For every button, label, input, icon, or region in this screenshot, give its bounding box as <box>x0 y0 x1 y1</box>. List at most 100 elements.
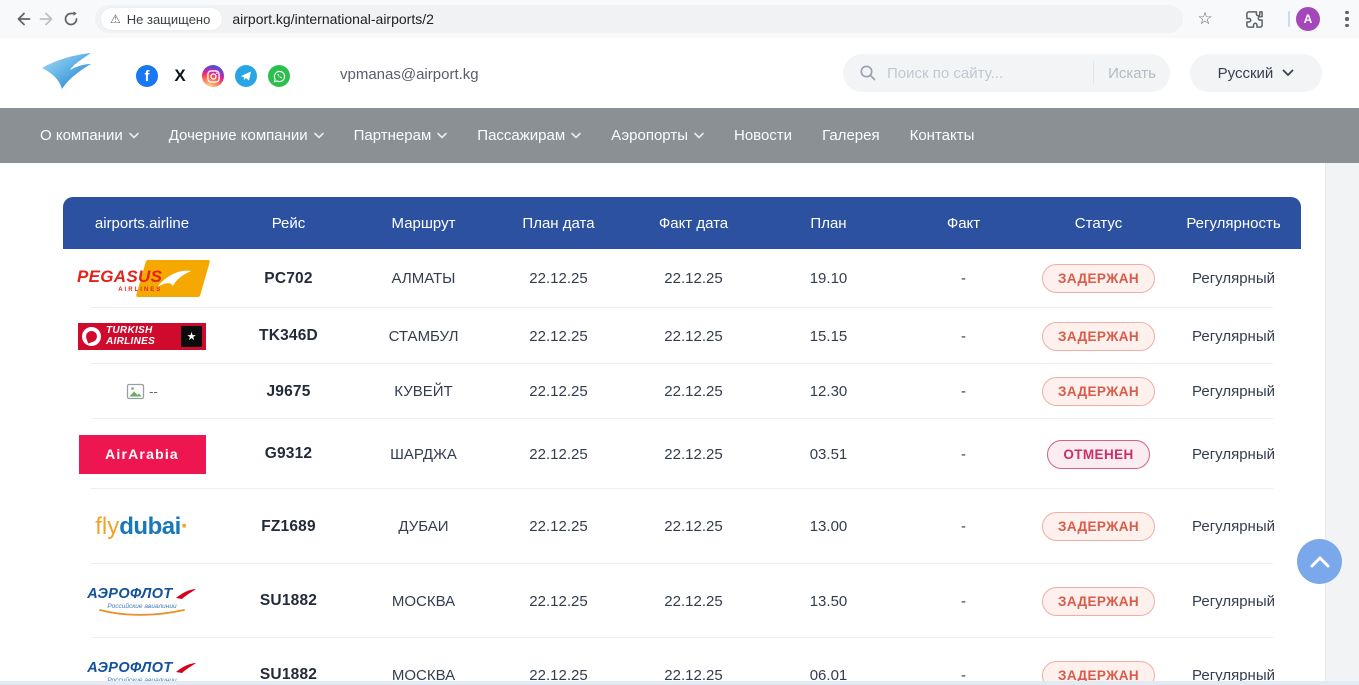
cell-status: ЗАДЕРЖАН <box>1042 270 1155 287</box>
cell-airline: АЭРОФЛОТРоссийские авиалинии <box>87 586 196 616</box>
column-header-regularity: Регулярность <box>1186 215 1280 232</box>
nav-item-label: Аэропорты <box>611 127 688 144</box>
facebook-icon[interactable]: f <box>136 65 158 87</box>
star-alliance-icon: ★ <box>181 326 202 347</box>
cell-plan-time: 15.15 <box>810 328 848 345</box>
cell-fact-date: 22.12.25 <box>664 446 722 463</box>
pegasus-wordmark: PEGASUSAIRLINES <box>77 268 162 293</box>
chevron-down-icon <box>571 132 581 139</box>
cell-airline: flydubai· <box>95 515 189 539</box>
cell-flight: J9675 <box>266 383 310 401</box>
contact-email[interactable]: vpmanas@airport.kg <box>340 66 479 83</box>
extensions-icon[interactable] <box>1243 8 1265 30</box>
footer-edge <box>0 681 1359 685</box>
profile-avatar[interactable]: A <box>1296 7 1320 31</box>
cell-route: АЛМАТЫ <box>392 270 456 287</box>
cell-regularity: Регулярный <box>1192 383 1275 400</box>
airline-logo-pegasus: PEGASUSAIRLINES <box>77 259 207 299</box>
language-selector[interactable]: Русский <box>1190 54 1322 92</box>
aeroflot-wing-icon <box>175 588 197 600</box>
browser-window: ⚠ Не защищено airport.kg/international-a… <box>0 0 1359 685</box>
status-badge: ЗАДЕРЖАН <box>1042 377 1155 406</box>
cell-airline: PEGASUSAIRLINES <box>77 259 207 299</box>
telegram-icon[interactable] <box>235 65 257 87</box>
nav-item-5[interactable]: Аэропорты <box>611 127 704 144</box>
column-header-airline: airports.airline <box>95 215 189 232</box>
menu-dots-icon[interactable] <box>1338 9 1356 29</box>
site-header: f X vpmanas@airport.kg Искать Русский <box>0 38 1359 108</box>
address-bar[interactable]: ⚠ Не защищено airport.kg/international-a… <box>95 5 1183 33</box>
cell-route: КУВЕЙТ <box>394 383 452 400</box>
cell-flight: SU1882 <box>260 592 317 610</box>
aeroflot-wing-icon <box>175 662 197 674</box>
table-row: TURKISHAIRLINES★TK346DСТАМБУЛ22.12.2522.… <box>63 308 1301 364</box>
nav-item-label: Дочерние компании <box>169 127 308 144</box>
page-edge-strip <box>1325 163 1359 685</box>
nav-item-6[interactable]: Новости <box>734 127 792 144</box>
x-twitter-icon[interactable]: X <box>169 65 191 87</box>
forward-button[interactable] <box>36 8 58 30</box>
cell-fact-date: 22.12.25 <box>664 328 722 345</box>
back-button[interactable] <box>12 8 34 30</box>
nav-item-2[interactable]: Дочерние компании <box>169 127 324 144</box>
flydubai-dubai-text: dubai <box>119 515 181 539</box>
cell-regularity: Регулярный <box>1192 328 1275 345</box>
cell-fact-time: - <box>961 593 966 610</box>
cell-airline: AirArabia <box>79 435 206 474</box>
cell-flight: FZ1689 <box>261 518 316 536</box>
table-row: flydubai·FZ1689ДУБАИ22.12.2522.12.2513.0… <box>63 489 1301 564</box>
cell-route: МОСКВА <box>392 593 455 610</box>
toolbar-divider <box>1288 11 1290 27</box>
chevron-down-icon <box>1282 69 1294 77</box>
cell-fact-time: - <box>961 270 966 287</box>
cell-status: ЗАДЕРЖАН <box>1042 383 1155 400</box>
status-badge: ЗАДЕРЖАН <box>1042 587 1155 616</box>
cell-airline: -- <box>126 383 158 401</box>
reload-button[interactable] <box>60 8 82 30</box>
airline-logo-missing: -- <box>126 383 158 401</box>
chevron-up-icon <box>1309 555 1331 568</box>
nav-item-3[interactable]: Партнерам <box>354 127 448 144</box>
column-header-fact: Факт <box>947 215 980 232</box>
broken-image-icon <box>126 383 148 401</box>
cell-fact-time: - <box>961 446 966 463</box>
cell-plan-time: 12.30 <box>810 383 848 400</box>
search-button[interactable]: Искать <box>1094 64 1170 83</box>
table-row: PEGASUSAIRLINESPC702АЛМАТЫ22.12.2522.12.… <box>63 249 1301 308</box>
nav-item-8[interactable]: Контакты <box>910 127 975 144</box>
aeroflot-swoosh-icon <box>99 609 185 616</box>
airport-logo[interactable] <box>38 50 96 99</box>
instagram-icon[interactable] <box>202 65 224 87</box>
nav-item-7[interactable]: Галерея <box>822 127 880 144</box>
social-links: f X <box>136 65 290 87</box>
security-label: Не защищено <box>127 12 211 27</box>
cell-fact-date: 22.12.25 <box>664 270 722 287</box>
whatsapp-icon[interactable] <box>268 65 290 87</box>
scroll-to-top-button[interactable] <box>1297 539 1342 584</box>
nav-item-1[interactable]: О компании <box>40 127 139 144</box>
nav-item-label: Пассажирам <box>477 127 565 144</box>
flydubai-dot: · <box>181 515 189 539</box>
airline-logo-turkish-airlines: TURKISHAIRLINES★ <box>78 323 206 350</box>
search-input[interactable] <box>877 65 1093 82</box>
flydubai-fly-text: fly <box>95 515 119 539</box>
cell-status: ОТМЕНЕН <box>1047 446 1149 463</box>
url-text: airport.kg/international-airports/2 <box>232 11 434 27</box>
nav-item-4[interactable]: Пассажирам <box>477 127 581 144</box>
nav-item-label: Галерея <box>822 127 880 144</box>
nav-item-label: Новости <box>734 127 792 144</box>
cell-fact-date: 22.12.25 <box>664 518 722 535</box>
warning-icon: ⚠ <box>110 13 121 25</box>
cell-plan-time: 13.00 <box>810 518 848 535</box>
nav-item-label: Партнерам <box>354 127 432 144</box>
cell-fact-time: - <box>961 518 966 535</box>
bookmark-star-icon[interactable]: ☆ <box>1194 8 1216 30</box>
main-nav: О компании Дочерние компании Партнерам Пасс… <box>0 108 1359 163</box>
column-header-plan-date: План дата <box>522 215 594 232</box>
cell-fact-time: - <box>961 383 966 400</box>
security-chip[interactable]: ⚠ Не защищено <box>101 8 222 30</box>
nav-item-label: Контакты <box>910 127 975 144</box>
airline-logo-air-arabia: AirArabia <box>79 435 206 474</box>
column-header-fact-date: Факт дата <box>659 215 728 232</box>
cell-fact-date: 22.12.25 <box>664 383 722 400</box>
